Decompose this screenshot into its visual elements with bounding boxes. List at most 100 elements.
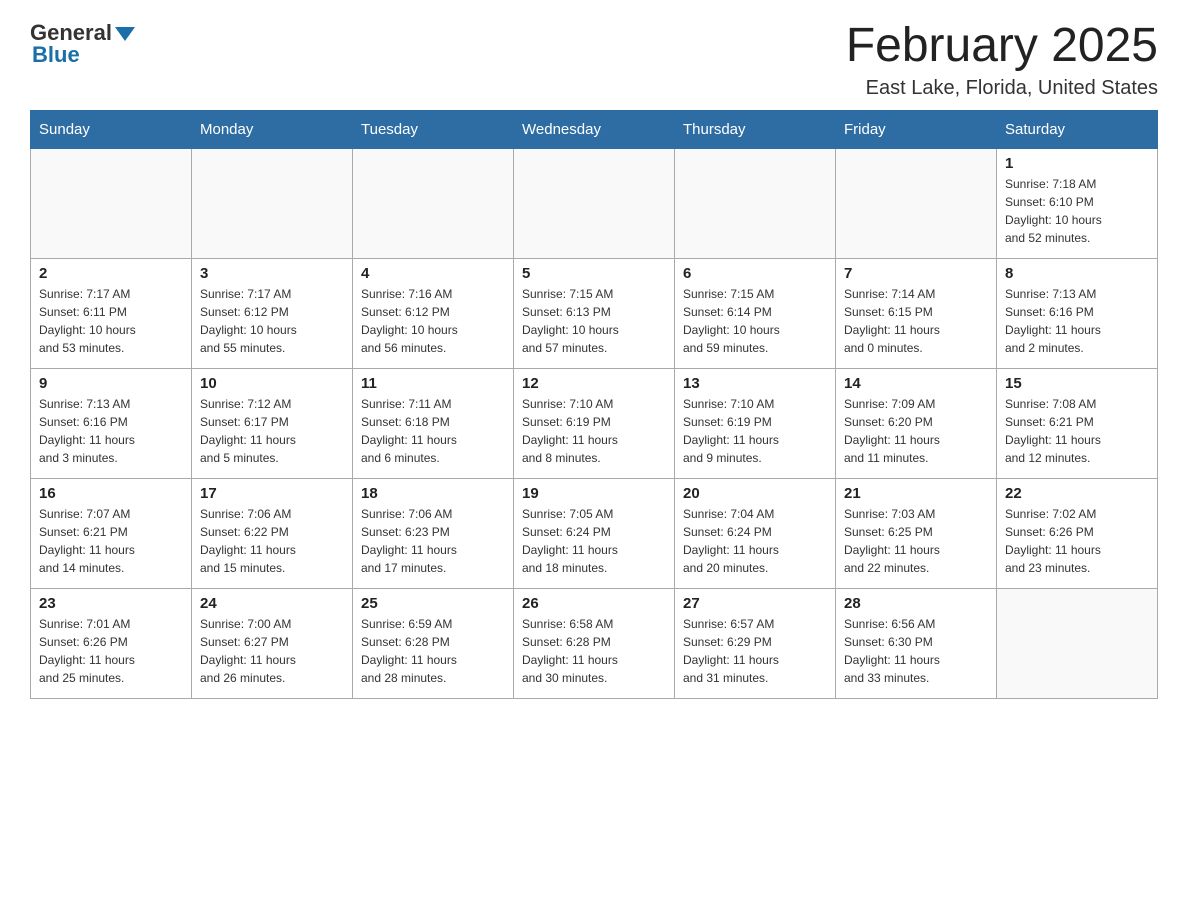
calendar-header-friday: Friday [836,110,997,148]
day-info: Sunrise: 7:12 AM Sunset: 6:17 PM Dayligh… [200,395,344,467]
day-info: Sunrise: 7:06 AM Sunset: 6:22 PM Dayligh… [200,505,344,577]
calendar-day-cell: 9 Sunrise: 7:13 AM Sunset: 6:16 PM Daylig… [31,368,192,478]
day-number: 20 [683,485,827,502]
calendar-day-cell: 17 Sunrise: 7:06 AM Sunset: 6:22 PM Dayli… [192,478,353,588]
calendar-week-row: 16 Sunrise: 7:07 AM Sunset: 6:21 PM Dayli… [31,478,1158,588]
day-info: Sunrise: 7:10 AM Sunset: 6:19 PM Dayligh… [522,395,666,467]
calendar-day-cell [836,148,997,258]
calendar-header-row: SundayMondayTuesdayWednesdayThursdayFrid… [31,110,1158,148]
calendar-day-cell: 4 Sunrise: 7:16 AM Sunset: 6:12 PM Daylig… [353,258,514,368]
logo-arrow-icon [115,27,135,41]
calendar-day-cell: 12 Sunrise: 7:10 AM Sunset: 6:19 PM Dayli… [514,368,675,478]
day-number: 6 [683,265,827,282]
day-number: 15 [1005,375,1149,392]
day-info: Sunrise: 7:06 AM Sunset: 6:23 PM Dayligh… [361,505,505,577]
day-number: 4 [361,265,505,282]
day-info: Sunrise: 7:17 AM Sunset: 6:12 PM Dayligh… [200,285,344,357]
calendar-day-cell: 25 Sunrise: 6:59 AM Sunset: 6:28 PM Dayli… [353,588,514,698]
calendar-day-cell: 3 Sunrise: 7:17 AM Sunset: 6:12 PM Daylig… [192,258,353,368]
day-number: 17 [200,485,344,502]
day-number: 16 [39,485,183,502]
calendar-body: 1 Sunrise: 7:18 AM Sunset: 6:10 PM Daylig… [31,148,1158,698]
day-info: Sunrise: 6:58 AM Sunset: 6:28 PM Dayligh… [522,615,666,687]
calendar-day-cell: 5Sunrise: 7:15 AM Sunset: 6:13 PM Daylig… [514,258,675,368]
calendar-header-tuesday: Tuesday [353,110,514,148]
day-number: 1 [1005,155,1149,172]
day-number: 23 [39,595,183,612]
day-number: 10 [200,375,344,392]
day-number: 5 [522,265,666,282]
page-title: February 2025 [846,20,1158,73]
day-info: Sunrise: 7:08 AM Sunset: 6:21 PM Dayligh… [1005,395,1149,467]
calendar-day-cell: 8 Sunrise: 7:13 AM Sunset: 6:16 PM Daylig… [997,258,1158,368]
calendar-header: SundayMondayTuesdayWednesdayThursdayFrid… [31,110,1158,148]
day-number: 21 [844,485,988,502]
calendar-header-thursday: Thursday [675,110,836,148]
day-number: 12 [522,375,666,392]
day-info: Sunrise: 6:57 AM Sunset: 6:29 PM Dayligh… [683,615,827,687]
day-number: 14 [844,375,988,392]
calendar-week-row: 9 Sunrise: 7:13 AM Sunset: 6:16 PM Daylig… [31,368,1158,478]
day-number: 27 [683,595,827,612]
calendar-day-cell: 23 Sunrise: 7:01 AM Sunset: 6:26 PM Dayli… [31,588,192,698]
day-number: 2 [39,265,183,282]
day-number: 22 [1005,485,1149,502]
day-info: Sunrise: 7:18 AM Sunset: 6:10 PM Dayligh… [1005,175,1149,247]
day-number: 13 [683,375,827,392]
calendar-day-cell: 27 Sunrise: 6:57 AM Sunset: 6:29 PM Dayli… [675,588,836,698]
day-info: Sunrise: 7:04 AM Sunset: 6:24 PM Dayligh… [683,505,827,577]
calendar-day-cell: 16 Sunrise: 7:07 AM Sunset: 6:21 PM Dayli… [31,478,192,588]
day-number: 7 [844,265,988,282]
day-info: Sunrise: 7:11 AM Sunset: 6:18 PM Dayligh… [361,395,505,467]
calendar-day-cell: 13Sunrise: 7:10 AM Sunset: 6:19 PM Dayli… [675,368,836,478]
logo: General Blue [30,20,135,68]
day-info: Sunrise: 7:17 AM Sunset: 6:11 PM Dayligh… [39,285,183,357]
calendar-day-cell: 6 Sunrise: 7:15 AM Sunset: 6:14 PM Daylig… [675,258,836,368]
calendar-header-sunday: Sunday [31,110,192,148]
calendar-table: SundayMondayTuesdayWednesdayThursdayFrid… [30,110,1158,699]
calendar-day-cell: 21 Sunrise: 7:03 AM Sunset: 6:25 PM Dayli… [836,478,997,588]
calendar-week-row: 23 Sunrise: 7:01 AM Sunset: 6:26 PM Dayli… [31,588,1158,698]
day-number: 11 [361,375,505,392]
day-info: Sunrise: 7:02 AM Sunset: 6:26 PM Dayligh… [1005,505,1149,577]
day-number: 8 [1005,265,1149,282]
day-number: 28 [844,595,988,612]
calendar-header-monday: Monday [192,110,353,148]
day-number: 26 [522,595,666,612]
day-info: Sunrise: 7:03 AM Sunset: 6:25 PM Dayligh… [844,505,988,577]
logo-blue-text: Blue [32,42,80,68]
title-block: February 2025 East Lake, Florida, United… [846,20,1158,100]
day-info: Sunrise: 7:01 AM Sunset: 6:26 PM Dayligh… [39,615,183,687]
calendar-day-cell: 22 Sunrise: 7:02 AM Sunset: 6:26 PM Dayli… [997,478,1158,588]
page-header: General Blue February 2025 East Lake, Fl… [30,20,1158,100]
calendar-day-cell [997,588,1158,698]
day-info: Sunrise: 7:15 AM Sunset: 6:14 PM Dayligh… [683,285,827,357]
day-info: Sunrise: 6:56 AM Sunset: 6:30 PM Dayligh… [844,615,988,687]
day-info: Sunrise: 7:00 AM Sunset: 6:27 PM Dayligh… [200,615,344,687]
calendar-day-cell [675,148,836,258]
calendar-day-cell: 7Sunrise: 7:14 AM Sunset: 6:15 PM Daylig… [836,258,997,368]
day-number: 9 [39,375,183,392]
calendar-header-saturday: Saturday [997,110,1158,148]
day-number: 24 [200,595,344,612]
calendar-day-cell: 11 Sunrise: 7:11 AM Sunset: 6:18 PM Dayli… [353,368,514,478]
day-info: Sunrise: 7:09 AM Sunset: 6:20 PM Dayligh… [844,395,988,467]
calendar-week-row: 1 Sunrise: 7:18 AM Sunset: 6:10 PM Daylig… [31,148,1158,258]
day-number: 25 [361,595,505,612]
day-info: Sunrise: 7:16 AM Sunset: 6:12 PM Dayligh… [361,285,505,357]
day-info: Sunrise: 7:07 AM Sunset: 6:21 PM Dayligh… [39,505,183,577]
day-info: Sunrise: 7:05 AM Sunset: 6:24 PM Dayligh… [522,505,666,577]
day-info: Sunrise: 6:59 AM Sunset: 6:28 PM Dayligh… [361,615,505,687]
day-info: Sunrise: 7:13 AM Sunset: 6:16 PM Dayligh… [39,395,183,467]
calendar-day-cell: 14 Sunrise: 7:09 AM Sunset: 6:20 PM Dayli… [836,368,997,478]
day-info: Sunrise: 7:13 AM Sunset: 6:16 PM Dayligh… [1005,285,1149,357]
calendar-day-cell: 1 Sunrise: 7:18 AM Sunset: 6:10 PM Daylig… [997,148,1158,258]
calendar-header-wednesday: Wednesday [514,110,675,148]
day-number: 3 [200,265,344,282]
calendar-day-cell: 15 Sunrise: 7:08 AM Sunset: 6:21 PM Dayli… [997,368,1158,478]
calendar-day-cell: 2 Sunrise: 7:17 AM Sunset: 6:11 PM Daylig… [31,258,192,368]
calendar-day-cell: 10 Sunrise: 7:12 AM Sunset: 6:17 PM Dayli… [192,368,353,478]
calendar-day-cell [192,148,353,258]
calendar-week-row: 2 Sunrise: 7:17 AM Sunset: 6:11 PM Daylig… [31,258,1158,368]
calendar-day-cell: 18Sunrise: 7:06 AM Sunset: 6:23 PM Dayli… [353,478,514,588]
